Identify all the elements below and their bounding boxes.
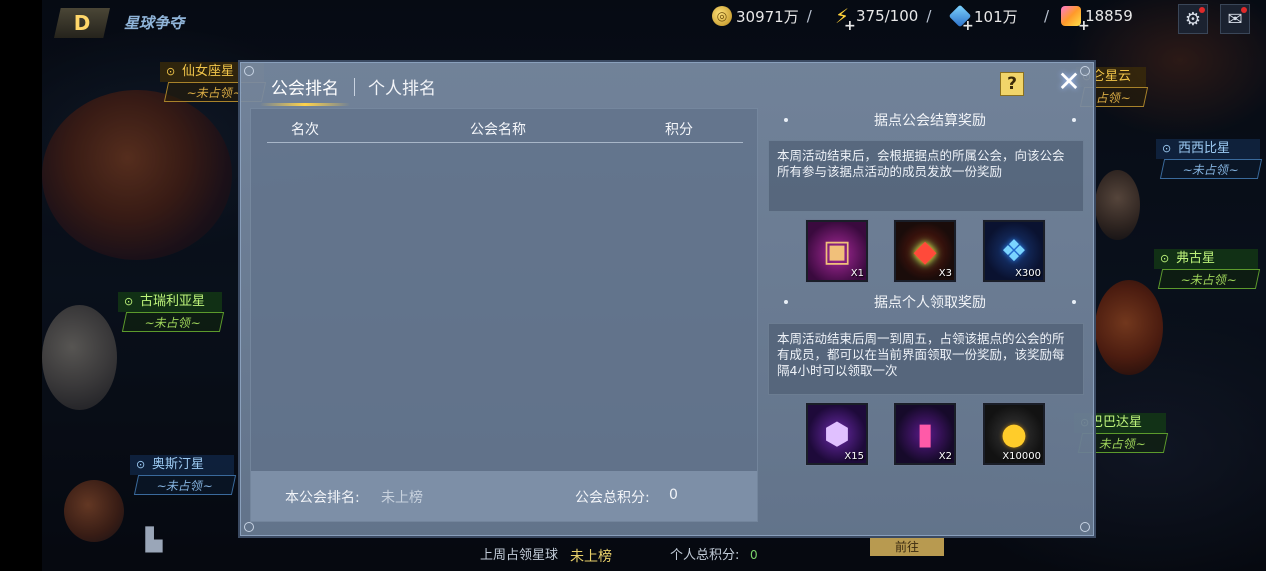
star-label-gurilia[interactable]: 古瑞利亚星 ~未占领~ [118,292,225,332]
question-icon: ? [1007,74,1017,94]
star-name: 古瑞利亚星 [118,292,222,312]
guild-reward-title: 据点公会结算奖励 [770,110,1090,130]
corner-ornament [244,66,254,76]
gold-coin-icon: ◎ [712,6,732,26]
close-button[interactable]: ✕ [1056,65,1082,98]
reward-item[interactable]: ● X10000 [983,403,1045,465]
reward-count: X300 [1015,268,1041,279]
tab-guild-ranking[interactable]: 公会排名 [260,74,350,106]
star-status: ~未占领~ [121,312,225,332]
reward-item[interactable]: ◆ X3 [894,220,956,282]
reward-item[interactable]: ❖ X300 [983,220,1045,282]
star-status: ~未占领~ [1157,269,1261,289]
star-status: ~未占领~ [1159,159,1263,179]
my-guild-rank-value: 未上榜 [381,490,423,506]
settings-button[interactable]: ⚙ [1178,4,1208,34]
reward-count: X3 [938,268,952,279]
ranking-footer: 本公会排名: 未上榜 公会总积分: 0 [251,471,757,521]
mail-icon: ✉ [1227,8,1243,30]
reward-item[interactable]: ⬢ X15 [806,403,868,465]
separator: / [926,7,932,25]
gold-value: 30971万 [736,7,799,26]
guild-total-score-label: 公会总积分: [575,490,650,506]
reward-count: X2 [938,451,952,462]
gold-resource: ◎ 30971万 / [712,4,812,28]
notification-dot [1241,7,1247,13]
ranking-dialog: 公会排名 个人排名 ? ✕ 名次 公会名称 积分 本公会排名: 未上榜 公会总积… [238,60,1096,538]
planet-austin[interactable] [64,480,124,542]
back-button[interactable]: D [54,8,110,38]
star-label-xixibi[interactable]: 西西比星 ~未占领~ [1156,139,1263,179]
corner-ornament [244,522,254,532]
star-name: 西西比星 [1156,139,1260,159]
add-gem-icon[interactable]: + [962,18,974,34]
left-letterbox [0,0,42,571]
last-week-label: 上周占领星球 [480,548,559,563]
crystal-value: 18859 [1085,7,1133,25]
tab-divider [354,78,355,96]
column-score: 积分 [665,122,693,138]
top-bar: D 星球争夺 ◎ 30971万 / ⚡ 375/100 / + 101万 + /… [42,0,1266,38]
notification-dot [1199,7,1205,13]
personal-reward-description: 本周活动结束后周一到周五，占领该据点的公会的所有成员，都可以在当前界面领取一份奖… [768,323,1084,395]
ranking-header: 名次 公会名称 积分 [267,109,743,143]
column-guild-name: 公会名称 [470,122,526,138]
mail-button[interactable]: ✉ [1220,4,1250,34]
star-name: 弗古星 [1154,249,1258,269]
my-guild-rank-label: 本公会排名: [285,490,360,506]
planet-gurilia[interactable] [42,305,117,410]
personal-total-value: 0 [750,548,758,562]
star-status: ~未占领~ [133,475,237,495]
go-button[interactable]: 前往 [870,538,944,556]
corner-ornament [1080,522,1090,532]
planet-fugu[interactable] [1095,280,1163,375]
reward-item[interactable]: ▮ X2 [894,403,956,465]
last-week-value: 未上榜 [570,549,612,565]
planet-andromeda[interactable] [42,90,232,260]
guild-reward-description: 本周活动结束后，会根据据点的所属公会，向该公会所有参与该据点活动的成员发放一份奖… [768,140,1084,212]
separator: / [1044,7,1050,25]
guild-total-score-value: 0 [669,487,678,503]
leaderboard-icon[interactable]: ▙ [138,528,170,556]
gem-resource[interactable]: 101万 [948,4,1018,28]
help-button[interactable]: ? [1000,72,1024,96]
ranking-table: 名次 公会名称 积分 本公会排名: 未上榜 公会总积分: 0 [250,108,758,522]
column-rank: 名次 [291,122,319,138]
close-icon: ✕ [1057,64,1081,98]
planet-xixibi[interactable] [1095,170,1140,240]
tab-personal-ranking[interactable]: 个人排名 [368,74,436,100]
add-energy-icon[interactable]: + [844,18,856,34]
back-arrow-icon: D [73,11,91,35]
energy-value: 375/100 [856,7,919,25]
page-title: 星球争夺 [124,14,185,32]
reward-count: X15 [844,451,864,462]
gem-value: 101万 [974,7,1018,26]
reward-item[interactable]: ▣ X1 [806,220,868,282]
reward-count: X10000 [1002,451,1041,462]
reward-count: X1 [850,268,864,279]
personal-reward-title: 据点个人领取奖励 [770,292,1090,312]
ranking-list[interactable] [267,145,743,471]
star-label-fugu[interactable]: 弗古星 ~未占领~ [1154,249,1261,289]
star-name: 奥斯汀星 [130,455,234,475]
personal-total-label: 个人总积分: [670,548,740,563]
separator: / [806,7,812,25]
add-crystal-icon[interactable]: + [1078,18,1090,34]
star-label-austin[interactable]: 奥斯汀星 ~未占领~ [130,455,237,495]
